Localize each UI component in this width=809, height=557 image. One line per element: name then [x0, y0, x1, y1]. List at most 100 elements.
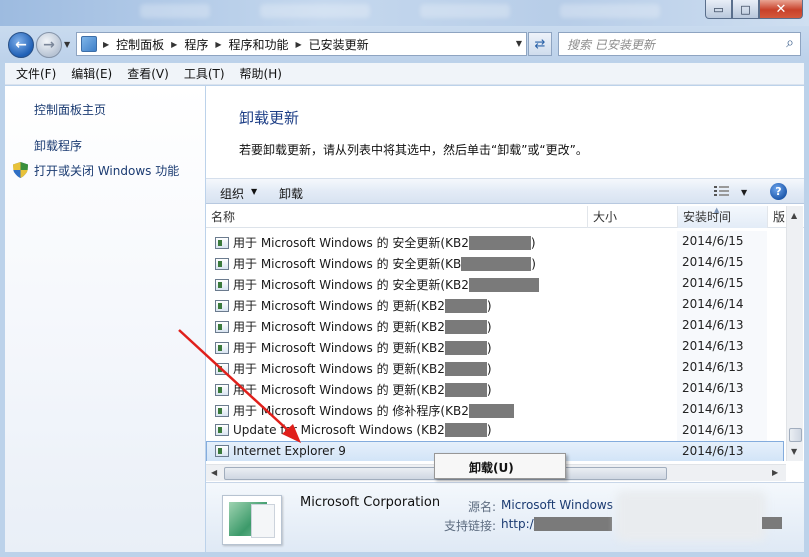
uac-shield-icon	[13, 162, 28, 178]
update-row[interactable]: 用于 Microsoft Windows 的 安全更新(KB2 2014/6/1…	[206, 273, 784, 294]
close-icon: ✕	[775, 1, 787, 17]
uninstall-button[interactable]: 卸载	[279, 185, 303, 202]
column-installed-on[interactable]: ▲ 安装时间	[677, 206, 767, 228]
update-row[interactable]: 用于 Microsoft Windows 的 更新(KB2) 2014/6/13	[206, 357, 784, 378]
installed-date: 2014/6/13	[682, 444, 744, 458]
menu-edit[interactable]: 编辑(E)	[71, 65, 112, 82]
organize-dropdown-icon[interactable]: ▼	[251, 187, 257, 196]
menu-help[interactable]: 帮助(H)	[240, 65, 282, 82]
scroll-up-icon[interactable]: ▲	[791, 211, 797, 220]
maximize-icon: □	[740, 2, 751, 16]
address-history-dropdown[interactable]: ▼	[516, 39, 522, 48]
back-button[interactable]: ←	[8, 32, 34, 58]
vertical-scrollbar[interactable]: ▲ ▼	[786, 206, 803, 461]
maximize-button[interactable]: □	[732, 0, 759, 19]
context-menu: 卸载(U)	[434, 453, 566, 479]
redacted-block	[444, 382, 487, 397]
details-support-label: 支持链接:	[444, 519, 497, 533]
update-package-icon	[215, 424, 229, 436]
update-package-icon	[215, 320, 229, 333]
minimize-icon: ▭	[713, 2, 724, 16]
update-package-icon	[215, 383, 229, 396]
breadcrumb-installed-updates[interactable]: 已安装更新	[309, 36, 369, 53]
search-input[interactable]: 搜索 已安装更新 ⌕	[558, 32, 801, 56]
breadcrumb-chevron-icon[interactable]: ▶	[215, 40, 221, 49]
view-dropdown-icon[interactable]: ▼	[741, 188, 747, 197]
installed-date: 2014/6/13	[682, 402, 744, 416]
organize-button[interactable]: 组织	[220, 185, 244, 202]
update-package-icon	[215, 299, 229, 312]
redacted-block	[468, 403, 514, 418]
redacted-block	[468, 277, 539, 292]
scroll-left-icon[interactable]: ◀	[211, 468, 217, 477]
redacted-block	[468, 235, 531, 250]
update-row[interactable]: 用于 Microsoft Windows 的 修补程序(KB2 2014/6/1…	[206, 399, 784, 420]
menu-bar: 文件(F) 编辑(E) 查看(V) 工具(T) 帮助(H)	[5, 63, 804, 85]
update-package-icon	[215, 278, 229, 291]
details-publisher-label: 源名:	[468, 500, 497, 514]
caption-buttons: ▭ □ ✕	[705, 0, 803, 19]
menu-tools[interactable]: 工具(T)	[184, 65, 225, 82]
redacted-block	[444, 298, 487, 313]
blurred-region	[616, 491, 766, 541]
installed-date: 2014/6/15	[682, 234, 744, 248]
column-name[interactable]: 名称	[206, 206, 586, 228]
main-content: 卸载更新 若要卸载更新，请从列表中将其选中，然后单击“卸载”或“更改”。 组织 …	[206, 86, 804, 552]
breadcrumb-programs[interactable]: 程序	[184, 36, 208, 53]
uninstall-program-link[interactable]: 卸载程序	[34, 137, 82, 154]
window-frame-right	[804, 62, 809, 557]
update-row[interactable]: 用于 Microsoft Windows 的 更新(KB2) 2014/6/14	[206, 294, 784, 315]
breadcrumb-chevron-icon[interactable]: ▶	[171, 40, 177, 49]
minimize-button[interactable]: ▭	[705, 0, 732, 19]
control-panel-home-link[interactable]: 控制面板主页	[34, 101, 106, 118]
update-row[interactable]: 用于 Microsoft Windows 的 更新(KB2) 2014/6/13	[206, 378, 784, 399]
window-frame-bottom	[0, 552, 809, 557]
update-row[interactable]: Update for Microsoft Windows (KB2) 2014/…	[206, 420, 784, 441]
installed-date: 2014/6/13	[682, 360, 744, 374]
breadcrumb-chevron-icon[interactable]: ▶	[296, 40, 302, 49]
details-support-link[interactable]: http://	[501, 517, 538, 531]
close-button[interactable]: ✕	[759, 0, 803, 19]
help-icon[interactable]: ?	[770, 183, 787, 200]
view-options-icon[interactable]	[714, 185, 730, 198]
title-bar: ▭ □ ✕	[0, 0, 809, 26]
update-row[interactable]: 用于 Microsoft Windows 的 安全更新(KB) 2014/6/1…	[206, 252, 784, 273]
update-row[interactable]: 用于 Microsoft Windows 的 安全更新(KB2) 2014/6/…	[206, 231, 784, 252]
program-thumbnail-icon	[222, 495, 282, 545]
windows-features-link[interactable]: 打开或关闭 Windows 功能	[34, 162, 179, 179]
refresh-button[interactable]: ⇄	[528, 32, 552, 56]
redacted-block	[444, 319, 487, 334]
redacted-block	[444, 423, 487, 437]
breadcrumb-chevron-icon[interactable]: ▶	[103, 40, 109, 49]
column-header: 名称 大小 ▲ 安装时间 版	[206, 206, 804, 228]
redacted-block	[444, 361, 487, 376]
breadcrumb-control-panel[interactable]: 控制面板	[116, 36, 164, 53]
update-row[interactable]: 用于 Microsoft Windows 的 更新(KB2) 2014/6/13	[206, 315, 784, 336]
update-package-icon	[215, 257, 229, 270]
recent-pages-dropdown[interactable]: ▼	[64, 40, 70, 49]
scroll-right-icon[interactable]: ▶	[772, 468, 778, 477]
vertical-scroll-thumb[interactable]	[789, 428, 802, 442]
left-nav-pane: 控制面板主页 卸载程序 打开或关闭 Windows 功能	[5, 86, 205, 552]
update-package-icon	[215, 404, 229, 417]
forward-button[interactable]: →	[36, 32, 62, 58]
page-title: 卸载更新	[239, 109, 300, 127]
refresh-icon: ⇄	[534, 36, 546, 52]
address-input[interactable]: ▶ 控制面板 ▶ 程序 ▶ 程序和功能 ▶ 已安装更新 ▼	[76, 32, 527, 56]
scroll-down-icon[interactable]: ▼	[791, 447, 797, 456]
page-description: 若要卸载更新，请从列表中将其选中，然后单击“卸载”或“更改”。	[239, 143, 588, 157]
back-arrow-icon: ←	[15, 37, 27, 53]
redacted-block	[461, 256, 532, 271]
column-size[interactable]: 大小	[587, 206, 677, 228]
address-bar-area: ← → ▼ ▶ 控制面板 ▶ 程序 ▶ 程序和功能 ▶ 已安装更新 ▼ ⇄ 搜索…	[0, 26, 809, 62]
search-icon[interactable]: ⌕	[786, 35, 794, 51]
redacted-block	[444, 340, 487, 355]
update-row[interactable]: 用于 Microsoft Windows 的 更新(KB2) 2014/6/13	[206, 336, 784, 357]
breadcrumb-programs-features[interactable]: 程序和功能	[229, 36, 289, 53]
menu-view[interactable]: 查看(V)	[127, 65, 169, 82]
update-package-icon	[215, 362, 229, 375]
menu-file[interactable]: 文件(F)	[16, 65, 56, 82]
context-uninstall-item[interactable]: 卸载(U)	[469, 459, 514, 476]
update-package-icon	[215, 236, 229, 249]
redacted-block	[762, 517, 782, 529]
